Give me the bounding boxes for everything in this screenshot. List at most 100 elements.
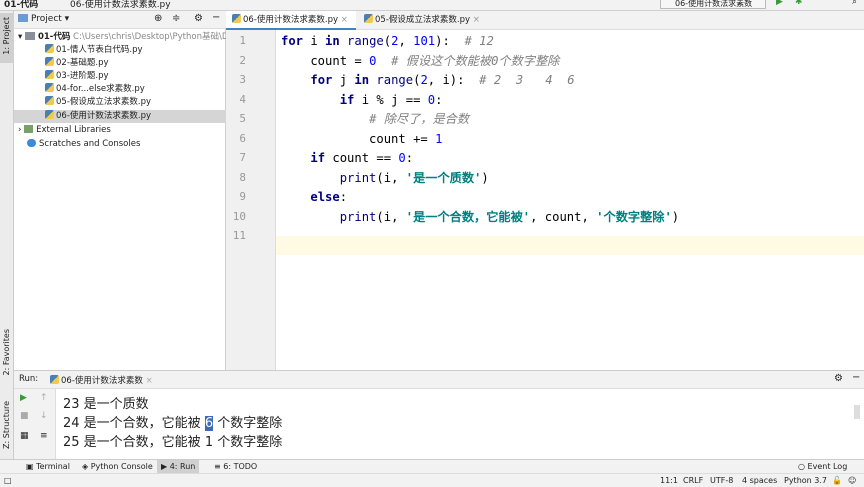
tab-05[interactable]: 05-假设成立法求素数.py × [358,11,498,30]
code-token: in [325,34,340,48]
todo-button[interactable]: ≡ 6: TODO [210,460,261,474]
code-line: count += 1 [281,130,442,149]
code-token: 101 [413,34,436,48]
code-token: range [369,73,414,87]
collapse-icon[interactable]: ≑ [172,13,180,24]
project-view-select[interactable]: Project ▾ [18,14,69,24]
line-number: 5 [239,112,246,125]
search-icon[interactable]: ⌕ [852,0,857,7]
code-token: : [339,190,348,204]
run-tab[interactable]: 06-使用计数法求素数 × [50,374,153,386]
tree-scratches[interactable]: Scratches and Consoles [14,138,226,151]
structure-tool-button[interactable]: Z: Structure [2,401,11,449]
line-number: 2 [239,53,246,67]
code-token: '是一个合数，它能被' [405,209,531,224]
code-token: count = [281,53,370,68]
project-tool-button[interactable]: 1: Project [2,17,11,55]
code-token: ) [481,170,489,185]
close-icon[interactable]: × [146,376,153,386]
code-line: for i in range(2, 101): # 12 [281,32,494,51]
line-number: 1 [239,34,246,47]
project-panel-header: Project ▾ ⊕ ≑ ⚙ − [14,11,226,29]
code-token: # 12 [464,34,494,48]
scrollbar[interactable] [854,405,860,419]
indent-setting[interactable]: 4 spaces [742,474,777,487]
selected-text: 6 [204,416,214,431]
up-arrow-icon[interactable]: ↑ [40,393,48,403]
run-configuration-select[interactable]: 06-使用计数法求素数 [660,0,766,9]
layout-icon[interactable]: ▦ [20,431,29,441]
output-line: 25 是一个合数，它能被 1 个数字整除 [63,435,283,450]
tree-file[interactable]: 05-假设成立法求素数.py [14,96,226,109]
code-token: , count, [530,209,597,224]
status-bar: □ 11:1 CRLF UTF-8 4 spaces Python 3.7 🔓 … [0,473,864,486]
gear-icon[interactable]: ⚙ [194,13,203,24]
python-console-button[interactable]: ◈ Python Console [78,460,157,474]
python-interpreter[interactable]: Python 3.7 [784,474,827,487]
toggle-panels-icon[interactable]: □ [4,474,12,487]
rerun-icon[interactable]: ▶ [20,393,27,403]
gear-icon[interactable]: ⚙ [834,373,843,384]
line-number: 10 [232,209,246,223]
tree-external-libraries[interactable]: › External Libraries [14,124,226,137]
code-token: # 除尽了，是合数 [369,112,470,126]
code-token: else [310,190,340,204]
code-token: if [310,151,326,165]
output-line: 24 是一个合数，它能被 6 个数字整除 [63,416,283,431]
breadcrumb-file[interactable]: 06-使用计数法求素数.py [70,0,171,10]
line-separator[interactable]: CRLF [683,474,703,487]
stop-icon[interactable]: ■ [20,411,29,421]
tree-file[interactable]: 03-进阶题.py [14,70,226,83]
hide-icon[interactable]: − [212,12,220,23]
favorites-tool-button[interactable]: 2: Favorites [2,329,11,375]
debug-icon[interactable]: ✱ [795,0,803,7]
editor-tabs: 06-使用计数法求素数.py × 05-假设成立法求素数.py × [226,11,864,30]
tree-file[interactable]: 02-基础题.py [14,57,226,70]
python-file-icon [45,96,54,105]
code-line: # 除尽了，是合数 [281,110,469,129]
code-line: if count == 0: [281,149,413,168]
tree-file-selected[interactable]: 06-使用计数法求素数.py [14,110,226,123]
close-icon[interactable]: × [341,15,348,25]
code-token: for [281,34,304,48]
code-token: j [332,73,355,87]
code-token: if [339,92,355,107]
code-token: ( [383,34,392,48]
breadcrumb-project[interactable]: 01-代码 [4,0,38,10]
python-file-icon [50,375,59,384]
tab-06[interactable]: 06-使用计数法求素数.py × [226,11,356,30]
code-token: (i, [376,170,406,185]
tool-window-bar: ▣ Terminal ◈ Python Console ▶ 4: Run ≡ 6… [0,459,864,474]
tree-root[interactable]: ▾ 01-代码 C:\Users\chris\Desktop\Python基础\… [14,31,226,44]
run-panel: Run: 06-使用计数法求素数 × ⚙ − ▶ ↑ ■ ↓ ▦ ≡ 23 是一… [14,370,864,460]
down-arrow-icon[interactable]: ↓ [40,411,48,421]
run-button[interactable]: ▶ 4: Run [157,460,200,474]
inspector-icon[interactable]: ☺ [848,474,856,487]
tree-file[interactable]: 01-情人节表白代码.py [14,44,226,57]
locate-icon[interactable]: ⊕ [154,13,162,24]
code-editor[interactable]: 06-使用计数法求素数.py × 05-假设成立法求素数.py × 1 for i… [226,11,864,370]
hide-icon[interactable]: − [852,372,860,383]
python-file-icon [45,83,54,92]
lock-icon[interactable]: 🔓 [832,474,842,487]
file-encoding[interactable]: UTF-8 [710,474,733,487]
soft-wrap-icon[interactable]: ≡ [40,431,48,441]
python-file-icon [364,14,373,23]
code-token: # 2 3 4 6 [479,73,575,87]
python-file-icon [45,70,54,79]
run-icon[interactable]: ▶ [776,0,783,7]
tree-file[interactable]: 04-for...else求素数.py [14,83,226,96]
close-icon[interactable]: × [473,15,480,25]
code-line: print(i, '是一个合数，它能被', count, '个数字整除') [281,208,679,227]
code-line: print(i, '是一个质数') [281,169,489,188]
terminal-button[interactable]: ▣ Terminal [22,460,74,474]
cursor-position[interactable]: 11:1 [660,474,678,487]
event-log-button[interactable]: ○ Event Log [794,460,851,474]
code-token: : [405,151,414,165]
python-file-icon [45,44,54,53]
python-file-icon [45,57,54,66]
run-toolbar: ▶ ↑ ■ ↓ ▦ ≡ [14,389,56,460]
